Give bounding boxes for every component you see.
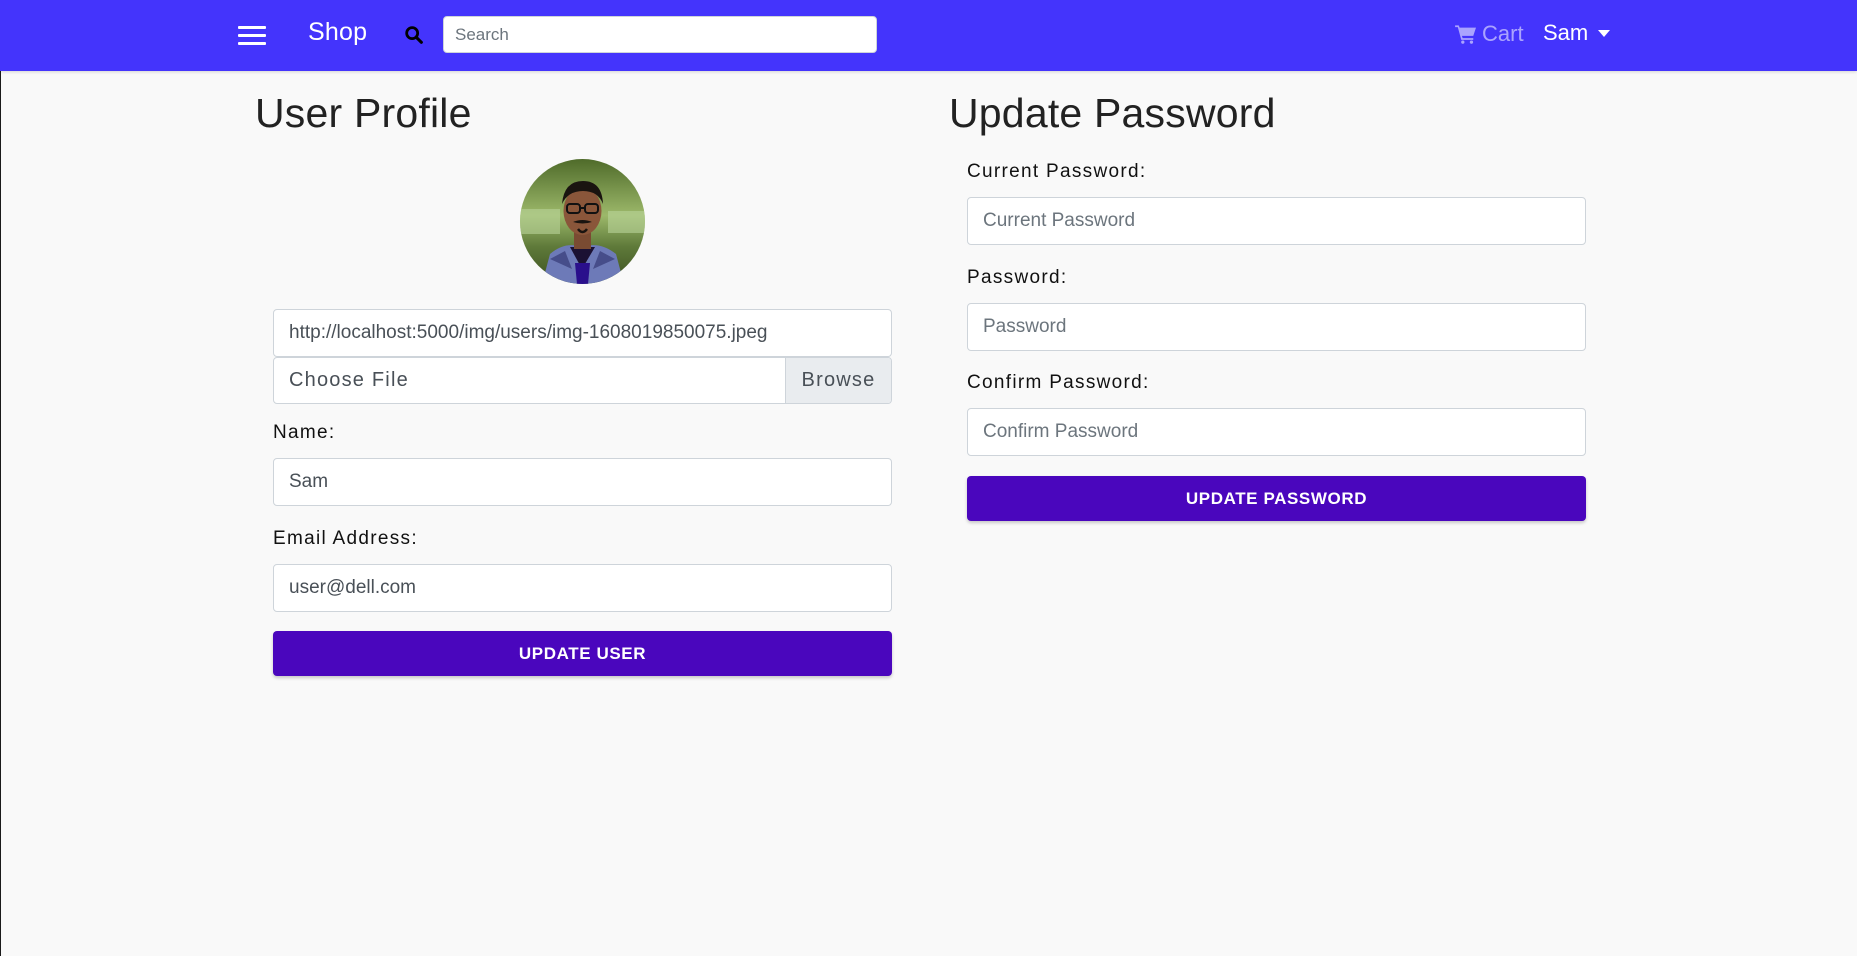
confirm-password-label: Confirm Password:: [967, 372, 1150, 393]
caret-down-icon: [1598, 29, 1611, 37]
file-upload-label: Choose File: [289, 369, 409, 391]
password-label: Password:: [967, 267, 1068, 288]
update-password-button[interactable]: UPDATE PASSWORD: [967, 476, 1586, 521]
email-label: Email Address:: [273, 528, 418, 549]
hamburger-menu-icon[interactable]: [238, 23, 266, 47]
current-password-field[interactable]: [967, 197, 1586, 245]
password-field[interactable]: [967, 303, 1586, 351]
search-input[interactable]: [443, 16, 877, 53]
page-edge: [0, 0, 1, 956]
name-field[interactable]: [273, 458, 892, 506]
search-icon[interactable]: [403, 24, 425, 46]
current-password-label: Current Password:: [967, 161, 1147, 182]
top-navbar: Shop Cart Sam: [0, 0, 1857, 71]
browse-button[interactable]: Browse: [785, 358, 891, 403]
brand-link[interactable]: Shop: [308, 18, 367, 47]
avatar: [520, 159, 645, 284]
name-label: Name:: [273, 422, 336, 443]
user-profile-title: User Profile: [255, 90, 472, 136]
user-name: Sam: [1543, 20, 1589, 45]
email-field[interactable]: [273, 564, 892, 612]
update-password-title: Update Password: [949, 90, 1276, 136]
cart-link[interactable]: Cart: [1455, 21, 1524, 47]
cart-label: Cart: [1482, 21, 1524, 46]
user-dropdown[interactable]: Sam: [1543, 20, 1611, 46]
image-url-field[interactable]: [273, 309, 892, 357]
file-upload[interactable]: Choose File Browse: [273, 357, 892, 404]
shopping-cart-icon: [1455, 25, 1476, 44]
update-user-button[interactable]: UPDATE USER: [273, 631, 892, 676]
confirm-password-field[interactable]: [967, 408, 1586, 456]
